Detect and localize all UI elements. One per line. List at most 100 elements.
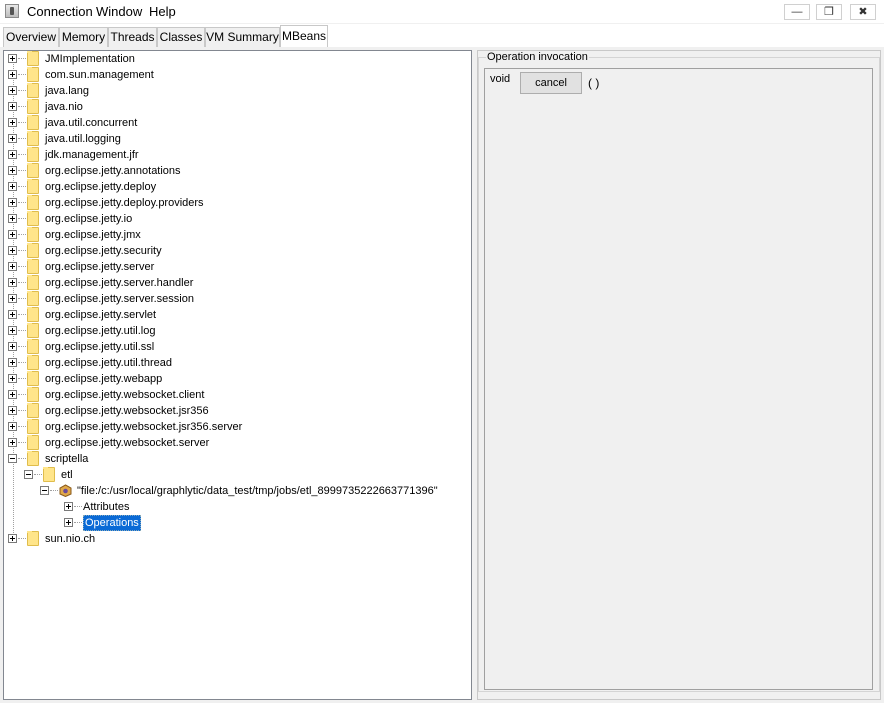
- tab-overview[interactable]: Overview: [3, 27, 59, 47]
- tree-connector: [18, 58, 26, 59]
- tree-domain-node[interactable]: org.eclipse.jetty.websocket.client: [4, 387, 469, 403]
- tree-domain-node[interactable]: org.eclipse.jetty.deploy: [4, 179, 469, 195]
- tree-type-node[interactable]: etl: [4, 467, 469, 483]
- tab-vm-summary[interactable]: VM Summary: [205, 27, 280, 47]
- expand-icon[interactable]: [64, 502, 73, 511]
- expand-icon[interactable]: [8, 118, 17, 127]
- expand-icon[interactable]: [8, 134, 17, 143]
- menu-connection[interactable]: Connection: [27, 4, 93, 19]
- tree-domain-node[interactable]: org.eclipse.jetty.server.session: [4, 291, 469, 307]
- expand-icon[interactable]: [8, 278, 17, 287]
- tree-child-node[interactable]: Attributes: [4, 499, 469, 515]
- expand-icon[interactable]: [8, 246, 17, 255]
- close-button[interactable]: ✖: [850, 4, 876, 20]
- tree-connector: [50, 490, 58, 491]
- expand-icon[interactable]: [8, 422, 17, 431]
- expand-icon[interactable]: [8, 54, 17, 63]
- tree-connector: [18, 298, 26, 299]
- tree-domain-node[interactable]: org.eclipse.jetty.server: [4, 259, 469, 275]
- tab-memory[interactable]: Memory: [59, 27, 108, 47]
- expand-icon[interactable]: [8, 182, 17, 191]
- tab-classes[interactable]: Classes: [157, 27, 205, 47]
- tab-mbeans[interactable]: MBeans: [280, 25, 328, 47]
- collapse-icon[interactable]: [8, 454, 17, 463]
- expand-icon[interactable]: [8, 262, 17, 271]
- expand-icon[interactable]: [8, 342, 17, 351]
- tree-mbean-node[interactable]: "file:/c:/usr/local/graphlytic/data_test…: [4, 483, 469, 499]
- expand-icon[interactable]: [8, 406, 17, 415]
- expand-icon[interactable]: [8, 438, 17, 447]
- tree-domain-node[interactable]: org.eclipse.jetty.websocket.jsr356: [4, 403, 469, 419]
- operation-list-box: [484, 68, 873, 690]
- tree-domain-node[interactable]: java.util.concurrent: [4, 115, 469, 131]
- tree-domain-label: org.eclipse.jetty.webapp: [45, 373, 163, 385]
- restore-button[interactable]: ❐: [816, 4, 842, 20]
- collapse-icon[interactable]: [24, 470, 33, 479]
- tree-domain-node[interactable]: org.eclipse.jetty.util.log: [4, 323, 469, 339]
- expand-icon[interactable]: [8, 534, 17, 543]
- tree-domain-node[interactable]: sun.nio.ch: [4, 531, 469, 547]
- menu-window[interactable]: Window: [96, 4, 142, 19]
- tree-connector: [18, 378, 26, 379]
- tree-domain-label: org.eclipse.jetty.io: [45, 213, 133, 225]
- tab-threads[interactable]: Threads: [108, 27, 157, 47]
- expand-icon[interactable]: [8, 358, 17, 367]
- tree-domain-node[interactable]: org.eclipse.jetty.webapp: [4, 371, 469, 387]
- minimize-button[interactable]: —: [784, 4, 810, 20]
- tree-domain-node[interactable]: org.eclipse.jetty.servlet: [4, 307, 469, 323]
- tree-domain-node[interactable]: org.eclipse.jetty.annotations: [4, 163, 469, 179]
- expand-icon[interactable]: [8, 390, 17, 399]
- tree-domain-node[interactable]: com.sun.management: [4, 67, 469, 83]
- expand-icon[interactable]: [8, 198, 17, 207]
- tree-domain-node[interactable]: java.nio: [4, 99, 469, 115]
- folder-icon: [27, 51, 39, 66]
- tree-domain-node[interactable]: org.eclipse.jetty.io: [4, 211, 469, 227]
- expand-icon[interactable]: [8, 214, 17, 223]
- operation-group-title: Operation invocation: [486, 51, 589, 63]
- expand-icon[interactable]: [8, 310, 17, 319]
- tree-domain-label: org.eclipse.jetty.deploy.providers: [45, 197, 204, 209]
- tree-domain-node[interactable]: scriptella: [4, 451, 469, 467]
- cancel-operation-button[interactable]: cancel: [520, 72, 582, 94]
- tree-domain-node[interactable]: org.eclipse.jetty.deploy.providers: [4, 195, 469, 211]
- expand-icon[interactable]: [8, 374, 17, 383]
- mbean-tree[interactable]: JMImplementation com.sun.management java.l…: [3, 50, 472, 700]
- tree-connector: [18, 122, 26, 123]
- menu-help[interactable]: Help: [149, 4, 176, 19]
- tree-domain-node[interactable]: java.lang: [4, 83, 469, 99]
- expand-icon[interactable]: [8, 86, 17, 95]
- folder-icon: [27, 275, 39, 290]
- tree-domain-node[interactable]: org.eclipse.jetty.jmx: [4, 227, 469, 243]
- tree-domain-node[interactable]: org.eclipse.jetty.websocket.server: [4, 435, 469, 451]
- tree-connector: [18, 538, 26, 539]
- folder-icon: [27, 355, 39, 370]
- expand-icon[interactable]: [8, 150, 17, 159]
- expand-icon[interactable]: [8, 166, 17, 175]
- expand-icon[interactable]: [64, 518, 73, 527]
- tree-domain-label: org.eclipse.jetty.deploy: [45, 181, 157, 193]
- expand-icon[interactable]: [8, 70, 17, 79]
- expand-icon[interactable]: [8, 294, 17, 303]
- collapse-icon[interactable]: [40, 486, 49, 495]
- expand-icon[interactable]: [8, 326, 17, 335]
- tree-connector: [18, 330, 26, 331]
- tree-child-node[interactable]: Operations: [4, 515, 469, 531]
- tree-domain-node[interactable]: org.eclipse.jetty.websocket.jsr356.serve…: [4, 419, 469, 435]
- tree-connector: [18, 426, 26, 427]
- tree-domain-node[interactable]: org.eclipse.jetty.security: [4, 243, 469, 259]
- folder-icon: [27, 227, 39, 242]
- tree-domain-node[interactable]: JMImplementation: [4, 51, 469, 67]
- tree-connector: [18, 218, 26, 219]
- expand-icon[interactable]: [8, 230, 17, 239]
- tree-domain-node[interactable]: org.eclipse.jetty.util.thread: [4, 355, 469, 371]
- tree-domain-node[interactable]: org.eclipse.jetty.server.handler: [4, 275, 469, 291]
- folder-icon: [27, 131, 39, 146]
- expand-icon[interactable]: [8, 102, 17, 111]
- tree-connector: [18, 106, 26, 107]
- tree-domain-node[interactable]: java.util.logging: [4, 131, 469, 147]
- tree-domain-node[interactable]: org.eclipse.jetty.util.ssl: [4, 339, 469, 355]
- folder-icon: [27, 243, 39, 258]
- tree-connector: [18, 362, 26, 363]
- tree-domain-label: org.eclipse.jetty.websocket.client: [45, 389, 205, 401]
- tree-domain-node[interactable]: jdk.management.jfr: [4, 147, 469, 163]
